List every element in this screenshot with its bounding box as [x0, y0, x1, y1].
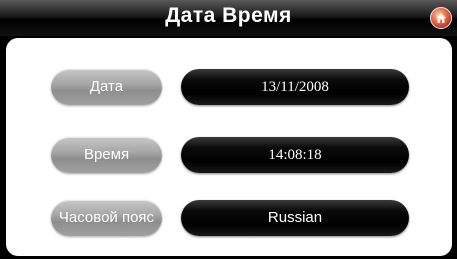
- time-value-field[interactable]: 14:08:18: [181, 137, 409, 173]
- timezone-button[interactable]: Часовой пояс: [51, 200, 162, 236]
- home-icon: [436, 13, 446, 23]
- date-button[interactable]: Дата: [51, 69, 162, 105]
- title-bar: Дата Время: [0, 0, 457, 36]
- home-button[interactable]: [430, 7, 452, 29]
- time-button[interactable]: Время: [51, 137, 162, 173]
- date-value-field[interactable]: 13/11/2008: [181, 69, 409, 105]
- page-title: Дата Время: [165, 4, 292, 27]
- timezone-value-field[interactable]: Russian: [181, 200, 409, 236]
